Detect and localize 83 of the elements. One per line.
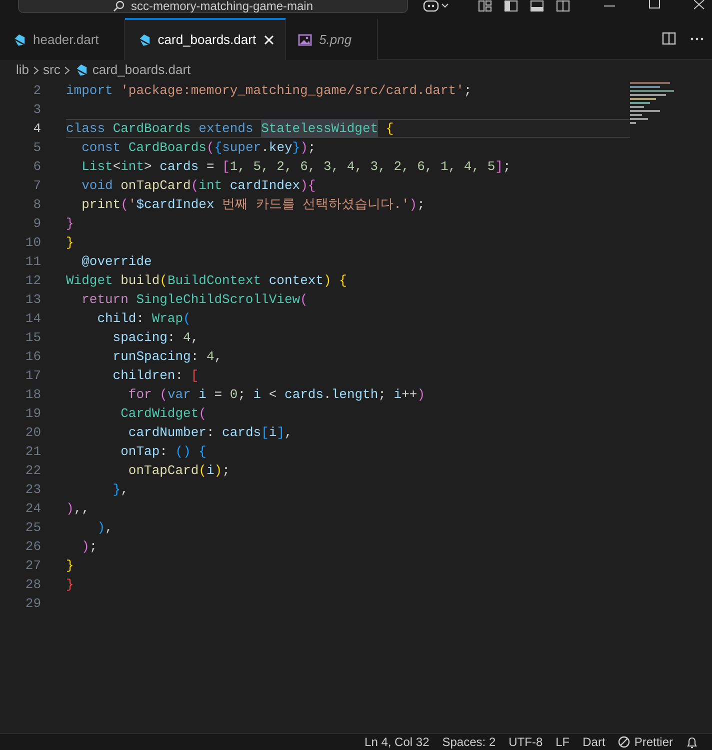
code-line: ),, (66, 500, 90, 518)
line-number: 17 (24, 366, 41, 385)
status-item[interactable]: Spaces: 2 (442, 733, 496, 750)
code-line: child: Wrap( (96, 310, 192, 328)
code-line: print('$cardIndex 번째 카드를 선택하셨습니다.'); (80, 196, 426, 214)
prettier-status[interactable]: Prettier (618, 733, 673, 750)
toggle-panel-icon[interactable] (530, 0, 544, 12)
line-number: 15 (24, 328, 41, 347)
line-number: 29 (24, 594, 41, 613)
code-line: } (66, 576, 75, 594)
code-line: runSpacing: 4, (112, 348, 224, 366)
code-line: } (66, 234, 75, 252)
bell-icon[interactable] (686, 736, 698, 748)
code-line: cardNumber: cards[i], (127, 424, 294, 442)
code-line: children: [ (112, 366, 200, 385)
maximize-icon[interactable] (649, 0, 660, 10)
dart-file-icon (136, 33, 151, 47)
code-line: import 'package:memory_matching_game/src/card.dart'; (66, 82, 473, 100)
customize-layout-icon[interactable] (478, 0, 492, 12)
editor-tab[interactable]: card_boards.dart (124, 18, 286, 60)
code-line: } (66, 556, 75, 575)
code-line: Widget build(BuildContext context) { (66, 272, 348, 290)
code-line: @override (80, 252, 153, 271)
code-line: const CardBoards({super.key}); (80, 138, 317, 157)
line-number: 22 (24, 462, 41, 480)
toggle-secondary-sidebar-icon[interactable] (556, 0, 570, 12)
code-line: for (var i = 0; i < cards.length; i++) (127, 386, 426, 404)
code-line: void onTapCard(int cardIndex){ (80, 176, 317, 195)
code-line: return SingleChildScrollView( (80, 290, 309, 309)
line-number: 20 (24, 424, 41, 442)
close-icon[interactable] (694, 0, 705, 10)
dart-file-icon (74, 63, 88, 77)
line-number: 3 (32, 100, 41, 119)
line-number: 21 (24, 442, 41, 461)
status-item[interactable]: LF (556, 733, 570, 750)
line-number: 25 (24, 518, 41, 537)
status-item[interactable]: Ln 4, Col 32 (364, 733, 430, 750)
line-number: 2 (32, 82, 41, 100)
code-line: onTapCard(i); (127, 462, 231, 480)
status-item[interactable]: Dart (582, 733, 606, 750)
image-file-icon (298, 34, 312, 46)
line-number: 23 (24, 480, 41, 499)
line-number: 7 (32, 176, 41, 195)
line-number: 10 (24, 234, 41, 252)
line-number: 19 (24, 404, 41, 423)
code-line: onTap: () { (120, 442, 208, 461)
line-number: 28 (24, 576, 41, 594)
code-line: } (66, 214, 75, 233)
editor-tab[interactable]: header.dart (0, 18, 125, 60)
line-number: 13 (24, 290, 41, 309)
line-number: 8 (32, 196, 41, 214)
breadcrumb-item[interactable]: src (43, 60, 60, 80)
chevron-right-icon (33, 66, 40, 74)
code-line: ), (96, 518, 114, 537)
dart-file-icon (12, 33, 26, 47)
status-item[interactable]: UTF-8 (508, 733, 543, 750)
code-line: ); (80, 538, 98, 556)
line-number: 11 (24, 252, 41, 271)
code-line: List<int> cards = [1, 5, 2, 6, 3, 4, 3, 2, 6, 1, 4, 5]; (80, 158, 512, 176)
breadcrumb-item[interactable]: lib (16, 60, 30, 80)
line-number: 12 (24, 272, 41, 290)
line-number: 6 (32, 158, 41, 176)
line-number: 5 (32, 138, 41, 157)
line-number: 9 (32, 214, 41, 233)
line-number: 27 (24, 556, 41, 575)
command-center-search[interactable]: scc-memory-matching-game-main (18, 0, 408, 13)
line-number: 18 (24, 386, 41, 404)
code-line: }, (112, 480, 130, 499)
split-editor-icon[interactable] (662, 32, 676, 45)
code-line: CardWidget( (120, 404, 208, 423)
line-number: 26 (24, 538, 41, 556)
more-actions-icon[interactable] (690, 36, 704, 40)
breadcrumb-item[interactable]: card_boards.dart (92, 60, 191, 80)
chevron-right-icon (64, 66, 70, 74)
editor-tab[interactable]: 5.png (286, 18, 378, 60)
toggle-sidebar-icon[interactable] (504, 0, 518, 12)
line-number: 14 (24, 310, 41, 328)
prohibited-icon (618, 736, 630, 748)
line-number: 24 (24, 500, 41, 518)
code-line: spacing: 4, (112, 328, 200, 347)
line-number: 4 (32, 120, 41, 138)
line-number: 16 (24, 348, 41, 366)
search-icon (112, 0, 125, 12)
